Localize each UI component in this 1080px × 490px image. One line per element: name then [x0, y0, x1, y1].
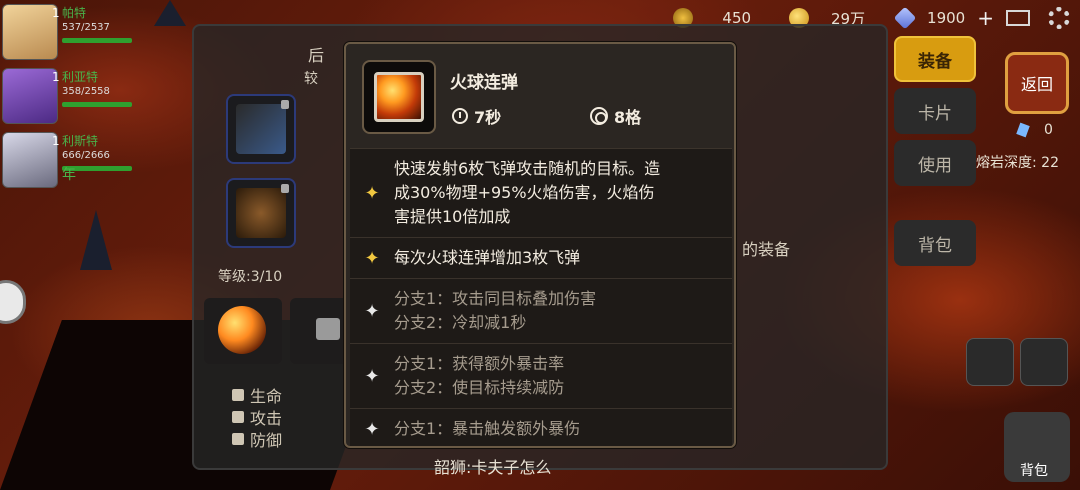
entry-line: 害提供10倍加成 — [394, 207, 511, 226]
stat-hp: 生命 — [232, 384, 282, 406]
skill-description-entry: ✦ 分支1：获得额外暴击率 分支2：使目标持续减防 — [350, 344, 732, 409]
fireball-skill-slot[interactable] — [204, 298, 282, 364]
backpack-label: 背包 — [1020, 463, 1048, 479]
entry-text: 每次火球连弹增加3枚飞弹 — [394, 246, 580, 270]
add-gem-button[interactable]: + — [977, 6, 994, 30]
pickaxe-tool-button[interactable] — [966, 338, 1014, 386]
hero-name: 帕特 — [62, 6, 87, 20]
white-star-icon: ✦ — [364, 300, 380, 322]
hero-portrait — [2, 132, 58, 188]
party-member[interactable]: 1 帕特 537/2537 — [0, 0, 140, 64]
hp-bar — [62, 102, 132, 107]
card-tab-button[interactable]: 卡片 — [894, 88, 976, 134]
hero-name: 利亚特 — [62, 70, 99, 84]
weapon-slot[interactable] — [226, 94, 296, 164]
crystal-counter: 0 — [1016, 122, 1053, 138]
hero-hp: 537/2537 — [62, 22, 110, 33]
entry-line: 分支1：攻击同目标叠加伤害 — [394, 289, 597, 308]
use-button[interactable]: 使用 — [894, 140, 976, 186]
settings-gear-icon[interactable] — [1048, 7, 1070, 29]
compare-label: 较 — [304, 71, 318, 87]
crystal-rock — [154, 0, 186, 26]
lock-icon — [316, 318, 340, 340]
fireball-icon — [374, 72, 424, 122]
fireball-icon — [218, 306, 266, 354]
party-member[interactable]: 1 利亚特 358/2558 — [0, 64, 140, 128]
party-list: 1 帕特 537/2537 1 利亚特 358/2558 1 利斯特 666/2… — [0, 0, 140, 192]
cooldown-value: 7秒 — [474, 108, 502, 127]
entry-text: 分支1：获得额外暴击率 分支2：使目标持续减防 — [394, 352, 564, 400]
cooldown-stat: 7秒 — [452, 104, 501, 128]
hero-hp: 358/2558 — [62, 86, 110, 97]
edit-label[interactable]: 后 — [308, 42, 324, 66]
white-star-icon: ✦ — [364, 365, 380, 387]
equip-tab-button[interactable]: 装备 — [894, 36, 976, 82]
entry-line: 分支2：使目标持续减防 — [394, 378, 565, 397]
gem-resource: 1900 — [893, 6, 966, 30]
hero-level: 1 — [52, 70, 60, 84]
skill-icon-frame — [362, 60, 436, 134]
skill-description-list: ✦ 快速发射6枚飞弹攻击随机的目标。造 成30%物理+95%火焰伤害，火焰伤 害提供1… — [350, 148, 732, 446]
entry-text: 分支1：攻击同目标叠加伤害 分支2：冷却减1秒 — [394, 287, 596, 335]
gold-star-icon: ✦ — [364, 182, 380, 204]
hero-level: 1 — [52, 6, 60, 20]
heart-icon — [232, 389, 244, 401]
lock-icon — [281, 100, 289, 109]
equipment-hint: 的装备 — [742, 240, 791, 259]
party-extra-label: 年 — [62, 167, 76, 183]
back-button[interactable]: 返回 — [1005, 52, 1069, 114]
hp-bar — [62, 38, 132, 43]
range-stat: 8格 — [590, 104, 641, 128]
entry-text: 分支1：暴击触发额外暴伤 — [394, 417, 580, 441]
hero-portrait — [2, 68, 58, 124]
gem-icon — [893, 6, 917, 30]
sword-icon — [232, 411, 244, 423]
stat-defense: 防御 — [232, 428, 282, 450]
skill-title: 火球连弹 — [450, 73, 518, 93]
entry-line: 成30%物理+95%火焰伤害，火焰伤 — [394, 183, 655, 202]
gold-star-icon: ✦ — [364, 247, 380, 269]
lock-icon — [281, 184, 289, 193]
skill-description-entry: ✦ 快速发射6枚飞弹攻击随机的目标。造 成30%物理+95%火焰伤害，火焰伤 害提供1… — [350, 149, 732, 238]
hint-bulb-button[interactable] — [1020, 338, 1068, 386]
entry-line: 分支1：暴击触发额外暴伤 — [394, 419, 581, 438]
hero-hp: 666/2666 — [62, 150, 110, 161]
crystal-rock — [80, 210, 112, 270]
mail-icon[interactable] — [1006, 10, 1030, 26]
hero-level: 1 — [52, 134, 60, 148]
skill-description-entry: ✦ 每次火球连弹增加3枚飞弹 — [350, 238, 732, 279]
lava-depth-label: 熔岩深度: 22 — [976, 155, 1059, 171]
skill-description-entry: ✦ 分支1：暴击触发额外暴伤 — [350, 409, 732, 446]
stats-list: 生命 攻击 防御 — [232, 384, 282, 450]
footer-text: 韶狮:卡夫子怎么 — [434, 458, 552, 477]
hero-portrait — [2, 4, 58, 60]
staff-icon — [236, 104, 286, 154]
clock-icon — [452, 108, 468, 124]
entry-line: 每次火球连弹增加3枚飞弹 — [394, 248, 581, 267]
armor-icon — [236, 188, 286, 238]
entry-line: 分支1：获得额外暴击率 — [394, 354, 565, 373]
shield-icon — [232, 433, 244, 445]
entry-line: 快速发射6枚飞弹攻击随机的目标。造 — [394, 159, 661, 178]
entry-text: 快速发射6枚飞弹攻击随机的目标。造 成30%物理+95%火焰伤害，火焰伤 害提供10… — [394, 157, 660, 229]
target-icon — [590, 107, 608, 125]
gem-value: 1900 — [927, 9, 966, 27]
bag-tab-button[interactable]: 背包 — [894, 220, 976, 266]
level-label: 等级:3/10 — [218, 269, 283, 285]
range-value: 8格 — [614, 108, 642, 127]
armor-slot[interactable] — [226, 178, 296, 248]
stat-attack: 攻击 — [232, 406, 282, 428]
crystal-count: 0 — [1044, 122, 1053, 138]
skill-description-entry: ✦ 分支1：攻击同目标叠加伤害 分支2：冷却减1秒 — [350, 279, 732, 344]
entry-line: 分支2：冷却减1秒 — [394, 313, 527, 332]
skill-tooltip: 火球连弹 7秒 8格 ✦ 快速发射6枚飞弹攻击随机的目标。造 成30%物理+95%火… — [344, 42, 736, 448]
crystal-icon — [1016, 122, 1030, 138]
hero-name: 利斯特 — [62, 134, 99, 148]
white-star-icon: ✦ — [364, 418, 380, 440]
